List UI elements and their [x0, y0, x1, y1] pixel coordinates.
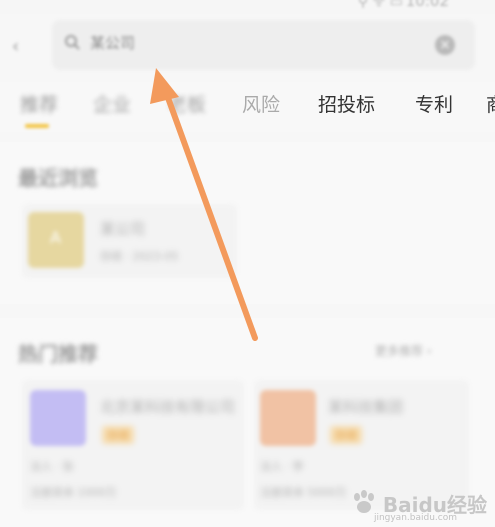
watermark-sub: jingyan.baidu.com: [373, 513, 457, 523]
tab-active-indicator: [25, 124, 49, 128]
popular-title: 热门推荐: [18, 342, 98, 366]
popular-card[interactable]: 北京某科技有限公司 存续 法人 · 张 注册资本 1000万: [22, 380, 244, 510]
status-bar: ⚲ ᯤ ▭ 10:02: [0, 0, 495, 14]
status-badge: 存续: [330, 426, 362, 444]
status-icons: ⚲ ᯤ ▭: [357, 0, 403, 10]
company-name: 北京某科技有限公司: [100, 398, 236, 416]
more-link[interactable]: 更多推荐 ›: [375, 342, 432, 359]
status-badge: 存续: [102, 426, 134, 444]
company-logo: [260, 390, 316, 446]
search-input[interactable]: 某公司: [90, 32, 135, 53]
tab-boss[interactable]: 老板: [168, 90, 206, 117]
company-meta: 存续 · 2023-05: [100, 250, 179, 263]
recent-title: 最近浏览: [18, 166, 98, 190]
status-time: 10:02: [405, 0, 449, 10]
company-name: 某公司: [100, 220, 146, 238]
tab-recommend[interactable]: 推荐: [20, 90, 58, 117]
back-icon[interactable]: ‹: [12, 36, 19, 57]
recent-company-card[interactable]: A 某公司 存续 · 2023-05: [22, 204, 237, 278]
company-legal-rep: 法人 · 张: [30, 460, 74, 473]
search-header: ‹ 某公司 ×: [0, 14, 495, 80]
category-tabs: 推荐 企业 老板 风险 招投标 专利 商: [0, 82, 495, 132]
company-capital: 注册资本 1000万: [30, 486, 117, 499]
tab-risk[interactable]: 风险: [242, 90, 280, 117]
company-legal-rep: 法人 · 李: [260, 460, 304, 473]
tab-bidding[interactable]: 招投标: [318, 90, 375, 117]
recent-section: 最近浏览 A 某公司 存续 · 2023-05: [0, 142, 495, 304]
company-logo: [30, 390, 86, 446]
tab-patent[interactable]: 专利: [415, 90, 453, 117]
company-logo: A: [28, 212, 84, 268]
company-name: 某科技集团: [328, 398, 404, 416]
tab-trademark[interactable]: 商: [486, 90, 495, 117]
company-capital: 注册资本 5000万: [260, 486, 347, 499]
clear-icon[interactable]: ×: [435, 35, 455, 55]
tab-company[interactable]: 企业: [93, 90, 131, 117]
search-box[interactable]: 某公司 ×: [52, 20, 475, 70]
search-icon: [65, 35, 80, 50]
baidu-watermark: Baidu经验 jingyan.baidu.com: [349, 483, 487, 523]
